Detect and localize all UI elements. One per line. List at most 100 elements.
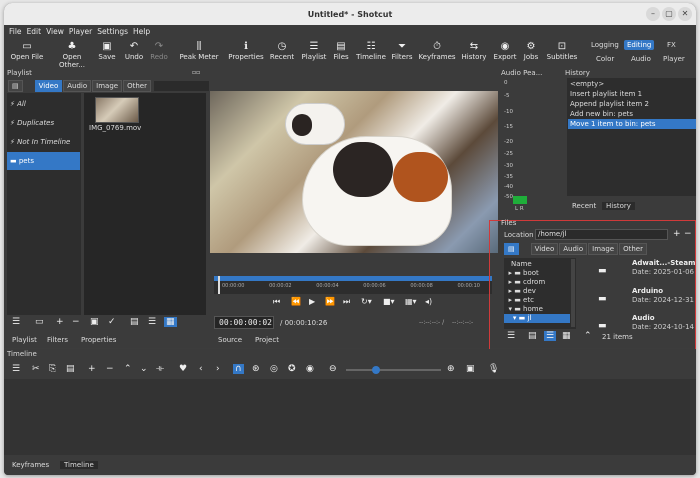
remove-track-icon[interactable]: − bbox=[106, 364, 114, 374]
tab-project[interactable]: Project bbox=[255, 336, 279, 344]
export-button[interactable]: ◉ Export bbox=[492, 40, 518, 61]
playlist-tab-image[interactable]: Image bbox=[92, 80, 123, 92]
tree-item[interactable]: ▾ ▬ home bbox=[504, 305, 570, 314]
add-location-icon[interactable]: + bbox=[673, 229, 681, 239]
tree-item[interactable]: ▸ ▬ cdrom bbox=[504, 278, 570, 287]
playlist-tab-video[interactable]: Video bbox=[34, 80, 63, 92]
file-row[interactable]: ▬ Arduino Date: 2024-12-31 bbox=[576, 286, 696, 314]
timeline-menu-icon[interactable]: ☰ bbox=[12, 364, 20, 374]
tree-item[interactable]: ▸ ▬ boot bbox=[504, 269, 570, 278]
split-icon[interactable]: ⟛ bbox=[156, 364, 164, 374]
files-tab-audio[interactable]: Audio bbox=[559, 243, 588, 255]
snap-icon[interactable]: ∩ bbox=[233, 364, 244, 374]
panel-float-icon[interactable]: ▫▫ bbox=[192, 69, 200, 76]
tab-properties[interactable]: Properties bbox=[81, 336, 116, 344]
volume-icon[interactable]: ◂) bbox=[425, 297, 432, 306]
minimize-icon[interactable]: – bbox=[646, 7, 660, 21]
history-item[interactable]: Insert playlist item 1 bbox=[568, 89, 696, 99]
recent-button[interactable]: ◷ Recent bbox=[268, 40, 296, 61]
check-icon[interactable]: ✓ bbox=[108, 317, 116, 327]
list-view-icon[interactable]: ☰ bbox=[148, 317, 156, 327]
files-button[interactable]: ▤ Files bbox=[331, 40, 351, 61]
files-grid-icon[interactable]: ▦ bbox=[562, 331, 571, 341]
player-scrubber[interactable]: 00:00:00 00:00:02 00:00:04 00:00:06 00:00:08… bbox=[214, 276, 492, 294]
layout-fx[interactable]: FX bbox=[664, 40, 679, 50]
playlist-tab-other[interactable]: Other bbox=[123, 80, 151, 92]
peak-meter-button[interactable]: ⫼ Peak Meter bbox=[179, 40, 219, 61]
layout-audio[interactable]: Audio bbox=[628, 54, 654, 64]
history-button[interactable]: ⇆ History bbox=[460, 40, 488, 61]
bin-item-duplicates[interactable]: ⚡ Duplicates bbox=[7, 114, 80, 132]
rewind-icon[interactable]: ⏪ bbox=[291, 297, 301, 306]
remove-location-icon[interactable]: − bbox=[684, 229, 692, 239]
tab-timeline[interactable]: Timeline bbox=[60, 461, 98, 469]
close-icon[interactable]: ✕ bbox=[678, 7, 692, 21]
open-file-button[interactable]: ▭ Open File bbox=[10, 40, 44, 61]
history-item[interactable]: Add new bin: pets bbox=[568, 109, 696, 119]
remove-icon[interactable]: − bbox=[72, 317, 80, 327]
scrub-icon[interactable]: ⊛ bbox=[252, 364, 260, 374]
tab-filters[interactable]: Filters bbox=[47, 336, 68, 344]
save-button[interactable]: ▣ Save bbox=[96, 40, 118, 61]
playlist-tab-audio[interactable]: Audio bbox=[63, 80, 92, 92]
cut-icon[interactable]: ✂ bbox=[32, 364, 40, 374]
tree-item[interactable]: ▾ ▬ jl bbox=[504, 314, 570, 323]
timeline-button[interactable]: ☷ Timeline bbox=[355, 40, 387, 61]
playlist-view-icon[interactable]: ▤ bbox=[8, 80, 23, 92]
keyframes-button[interactable]: ⏱ Keyframes bbox=[418, 40, 456, 61]
tree-item[interactable]: ▸ ▬ etc bbox=[504, 296, 570, 305]
bin-item-all[interactable]: ⚡ All bbox=[7, 95, 80, 113]
bin-item-not-in-timeline[interactable]: ⚡ Not In Timeline bbox=[7, 133, 80, 151]
layout-editing[interactable]: Editing bbox=[624, 40, 655, 50]
tab-source[interactable]: Source bbox=[218, 336, 242, 344]
files-tab-image[interactable]: Image bbox=[588, 243, 619, 255]
files-tab-video[interactable]: Video bbox=[530, 243, 559, 255]
tab-history[interactable]: History bbox=[602, 202, 635, 210]
history-item[interactable]: Move 1 item to bin: pets bbox=[568, 119, 696, 129]
zoom-in-icon[interactable]: ⊕ bbox=[447, 364, 455, 374]
zoom-fit-icon[interactable]: ▣ bbox=[466, 364, 475, 374]
marker-icon[interactable]: ♥ bbox=[179, 364, 187, 374]
menu-edit[interactable]: Edit bbox=[27, 25, 42, 38]
playlist-search-input[interactable] bbox=[154, 81, 215, 91]
overwrite-icon[interactable]: ⌄ bbox=[140, 364, 148, 374]
timeline-tracks[interactable] bbox=[4, 379, 696, 455]
subtitles-button[interactable]: ⊡ Subtitles bbox=[545, 40, 579, 61]
menu-view[interactable]: View bbox=[46, 25, 64, 38]
tab-recent[interactable]: Recent bbox=[572, 202, 596, 210]
properties-button[interactable]: ℹ Properties bbox=[227, 40, 265, 61]
zoom-icon[interactable]: ■▾ bbox=[383, 297, 395, 306]
go-up-icon[interactable]: ⌃ bbox=[584, 331, 592, 341]
files-list-icon[interactable]: ☰ bbox=[544, 331, 557, 341]
details-view-icon[interactable]: ▤ bbox=[130, 317, 139, 327]
menu-player[interactable]: Player bbox=[69, 25, 92, 38]
tree-item[interactable]: ▸ ▬ dev bbox=[504, 287, 570, 296]
history-item[interactable]: Append playlist item 2 bbox=[568, 99, 696, 109]
files-view-icon[interactable]: ▤ bbox=[504, 243, 519, 255]
playlist-menu-icon[interactable]: ☰ bbox=[12, 317, 20, 327]
tab-playlist[interactable]: Playlist bbox=[12, 336, 37, 344]
paste-icon[interactable]: ▤ bbox=[66, 364, 75, 374]
copy-icon[interactable]: ⎘ bbox=[49, 364, 56, 374]
files-tab-other[interactable]: Other bbox=[619, 243, 647, 255]
next-marker-icon[interactable]: › bbox=[216, 364, 220, 374]
update-icon[interactable]: ▣ bbox=[90, 317, 99, 327]
ripple-all-icon[interactable]: ✪ bbox=[288, 364, 296, 374]
menu-settings[interactable]: Settings bbox=[97, 25, 128, 38]
grid-view-icon[interactable]: ▦ bbox=[164, 317, 177, 327]
zoom-out-icon[interactable]: ⊖ bbox=[329, 364, 337, 374]
location-input[interactable]: /home/jl bbox=[535, 229, 668, 240]
video-preview[interactable] bbox=[210, 91, 498, 253]
file-row[interactable]: ▬ Adwait...-Steam Date: 2025-01-06 bbox=[576, 258, 696, 286]
history-item[interactable]: <empty> bbox=[568, 79, 696, 89]
timecode-field[interactable]: 00:00:00:02 bbox=[214, 316, 274, 329]
menu-help[interactable]: Help bbox=[133, 25, 150, 38]
menu-file[interactable]: File bbox=[9, 25, 22, 38]
clip-thumbnail[interactable] bbox=[95, 97, 139, 123]
play-icon[interactable]: ▶ bbox=[309, 297, 315, 306]
tab-keyframes[interactable]: Keyframes bbox=[12, 461, 49, 469]
tree-scrollbar[interactable] bbox=[571, 259, 575, 327]
undo-button[interactable]: ↶ Undo bbox=[123, 40, 145, 61]
playlist-button[interactable]: ☰ Playlist bbox=[300, 40, 328, 61]
scrub-bar[interactable] bbox=[214, 276, 492, 281]
